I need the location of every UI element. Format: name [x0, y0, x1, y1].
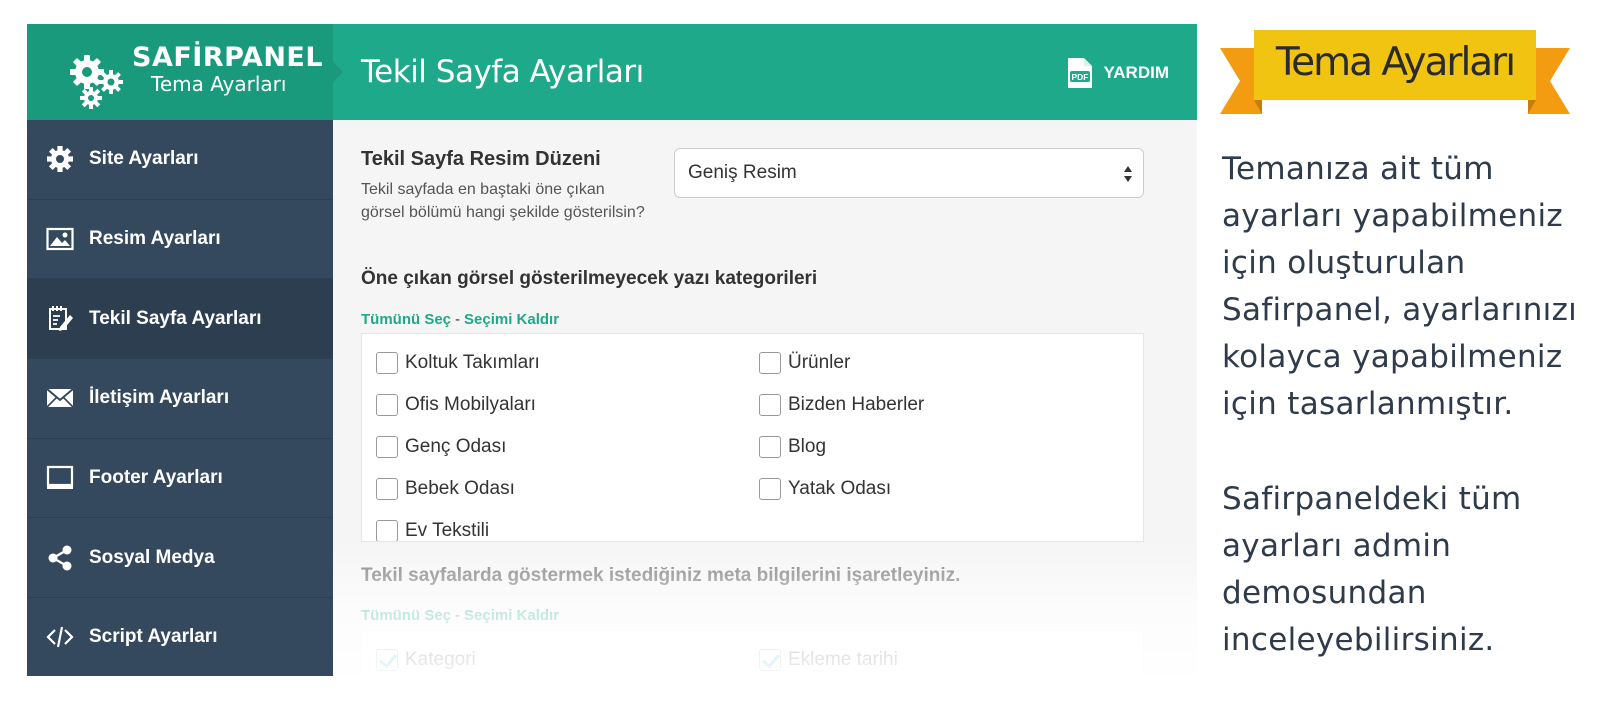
sidebar: Site Ayarları Resim Ayarları Tekil Sayfa… — [27, 120, 333, 676]
categories-deselect-link[interactable]: Seçimi Kaldır — [464, 311, 559, 328]
pdf-badge-text: PDF — [1071, 72, 1088, 82]
edit-icon — [45, 304, 75, 334]
promo-paragraph-1: Temanıza ait tüm ayarları yapabilmeniz i… — [1222, 151, 1578, 422]
checkbox[interactable] — [376, 394, 398, 416]
checkbox-label: Blog — [788, 436, 827, 457]
code-icon — [45, 622, 75, 652]
category-checkbox[interactable]: Yatak Odası — [759, 478, 891, 500]
help-label: YARDIM — [1103, 63, 1170, 82]
categories-select-all-link[interactable]: Tümünü Seç — [361, 311, 451, 328]
checkbox[interactable] — [376, 436, 398, 458]
category-checkbox[interactable]: Blog — [759, 436, 826, 458]
checkbox[interactable] — [376, 520, 398, 541]
meta-checkbox[interactable]: Ekleme tarihi — [759, 649, 898, 671]
checkbox-label: Bizden Haberler — [788, 394, 925, 415]
image-layout-selected-value: Geniş Resim — [688, 162, 797, 183]
category-checkbox[interactable]: Ev Tekstili — [376, 520, 490, 541]
sidebar-item-label: Sosyal Medya — [89, 546, 215, 568]
checkbox-label: Ev Tekstili — [405, 520, 490, 541]
checkbox-label: Ofis Mobilyaları — [405, 394, 536, 415]
promo-paragraph-2: Safirpaneldeki tüm ayarları admin demosu… — [1222, 481, 1522, 658]
monitor-icon — [45, 463, 75, 493]
settings-panel: SAFİRPANEL Tema Ayarları Tekil Sayfa Aya… — [27, 24, 1197, 676]
envelope-icon — [45, 383, 75, 413]
checkbox[interactable] — [759, 394, 781, 416]
image-layout-description: Tekil sayfada en baştaki öne çıkan görse… — [361, 181, 645, 221]
checkbox[interactable] — [759, 352, 781, 374]
sidebar-item-label: İletişim Ayarları — [89, 387, 230, 409]
share-icon — [45, 543, 75, 573]
sidebar-item-script-settings[interactable]: Script Ayarları — [27, 598, 333, 676]
meta-checkbox[interactable]: Kategori — [376, 649, 476, 671]
checkbox-checked[interactable] — [759, 649, 781, 671]
ribbon-text: Tema Ayarları — [1275, 40, 1516, 85]
link-separator: - — [455, 311, 461, 328]
checkbox[interactable] — [759, 436, 781, 458]
checkbox[interactable] — [759, 478, 781, 500]
sidebar-item-contact-settings[interactable]: İletişim Ayarları — [27, 359, 333, 439]
sidebar-item-footer-settings[interactable]: Footer Ayarları — [27, 439, 333, 519]
header-notch — [333, 62, 343, 82]
checkbox-label: Koltuk Takımları — [405, 352, 540, 373]
select-arrows-icon — [1124, 166, 1132, 182]
categories-selection-links: Tümünü Seç - Seçimi Kaldır — [361, 311, 559, 328]
brand-logo[interactable]: SAFİRPANEL Tema Ayarları — [27, 24, 333, 120]
page-title: Tekil Sayfa Ayarları — [361, 54, 644, 90]
sidebar-item-label: Footer Ayarları — [89, 467, 223, 489]
page-header: Tekil Sayfa Ayarları PDF YARDIM — [333, 24, 1197, 120]
meta-deselect-link[interactable]: Seçimi Kaldır — [464, 607, 559, 624]
meta-selection-links: Tümünü Seç - Seçimi Kaldır — [361, 607, 559, 624]
meta-select-all-link[interactable]: Tümünü Seç — [361, 607, 451, 624]
categories-checkbox-list[interactable]: Koltuk Takımları Ürünler Ofis Mobilyalar… — [361, 333, 1144, 542]
checkbox-label: Ekleme tarihi — [788, 649, 898, 670]
category-checkbox[interactable]: Ofis Mobilyaları — [376, 394, 536, 416]
sidebar-item-social-media[interactable]: Sosyal Medya — [27, 518, 333, 599]
categories-title: Öne çıkan görsel gösterilmeyecek yazı ka… — [361, 268, 818, 289]
image-layout-title: Tekil Sayfa Resim Düzeni — [361, 148, 601, 170]
checkbox[interactable] — [376, 478, 398, 500]
gears-icon — [70, 55, 123, 109]
category-checkbox[interactable]: Bizden Haberler — [759, 394, 924, 416]
sidebar-item-label: Site Ayarları — [89, 148, 199, 170]
checkbox-label: Kategori — [405, 649, 476, 670]
sidebar-item-label: Tekil Sayfa Ayarları — [89, 307, 262, 329]
sidebar-item-label: Script Ayarları — [89, 626, 218, 648]
checkbox-checked[interactable] — [376, 649, 398, 671]
category-checkbox[interactable]: Genç Odası — [376, 436, 506, 458]
image-icon — [45, 224, 75, 254]
sidebar-item-image-settings[interactable]: Resim Ayarları — [27, 200, 333, 280]
checkbox-label: Bebek Odası — [405, 478, 515, 499]
main-content: Tekil Sayfa Resim Düzeni Tekil sayfada e… — [333, 120, 1197, 676]
gear-icon — [45, 144, 75, 174]
brand-title: SAFİRPANEL — [132, 42, 324, 73]
help-button[interactable]: PDF YARDIM — [1062, 56, 1170, 90]
checkbox-label: Ürünler — [788, 352, 851, 373]
sidebar-item-label: Resim Ayarları — [89, 228, 221, 250]
category-checkbox[interactable]: Bebek Odası — [376, 478, 515, 500]
sidebar-item-single-page-settings[interactable]: Tekil Sayfa Ayarları — [27, 279, 333, 360]
checkbox[interactable] — [376, 352, 398, 374]
checkbox-label: Yatak Odası — [788, 478, 892, 499]
meta-title: Tekil sayfalarda göstermek istediğiniz m… — [361, 565, 961, 586]
meta-checkbox-list[interactable]: Kategori Ekleme tarihi — [361, 630, 1144, 676]
brand-subtitle: Tema Ayarları — [151, 72, 287, 96]
category-checkbox[interactable]: Koltuk Takımları — [376, 352, 540, 374]
image-layout-select[interactable]: Geniş Resim — [674, 148, 1144, 198]
link-separator: - — [455, 607, 461, 624]
sidebar-item-site-settings[interactable]: Site Ayarları — [27, 120, 333, 200]
pdf-icon: PDF — [1067, 58, 1092, 88]
category-checkbox[interactable]: Ürünler — [759, 352, 850, 374]
checkbox-label: Genç Odası — [405, 436, 507, 457]
